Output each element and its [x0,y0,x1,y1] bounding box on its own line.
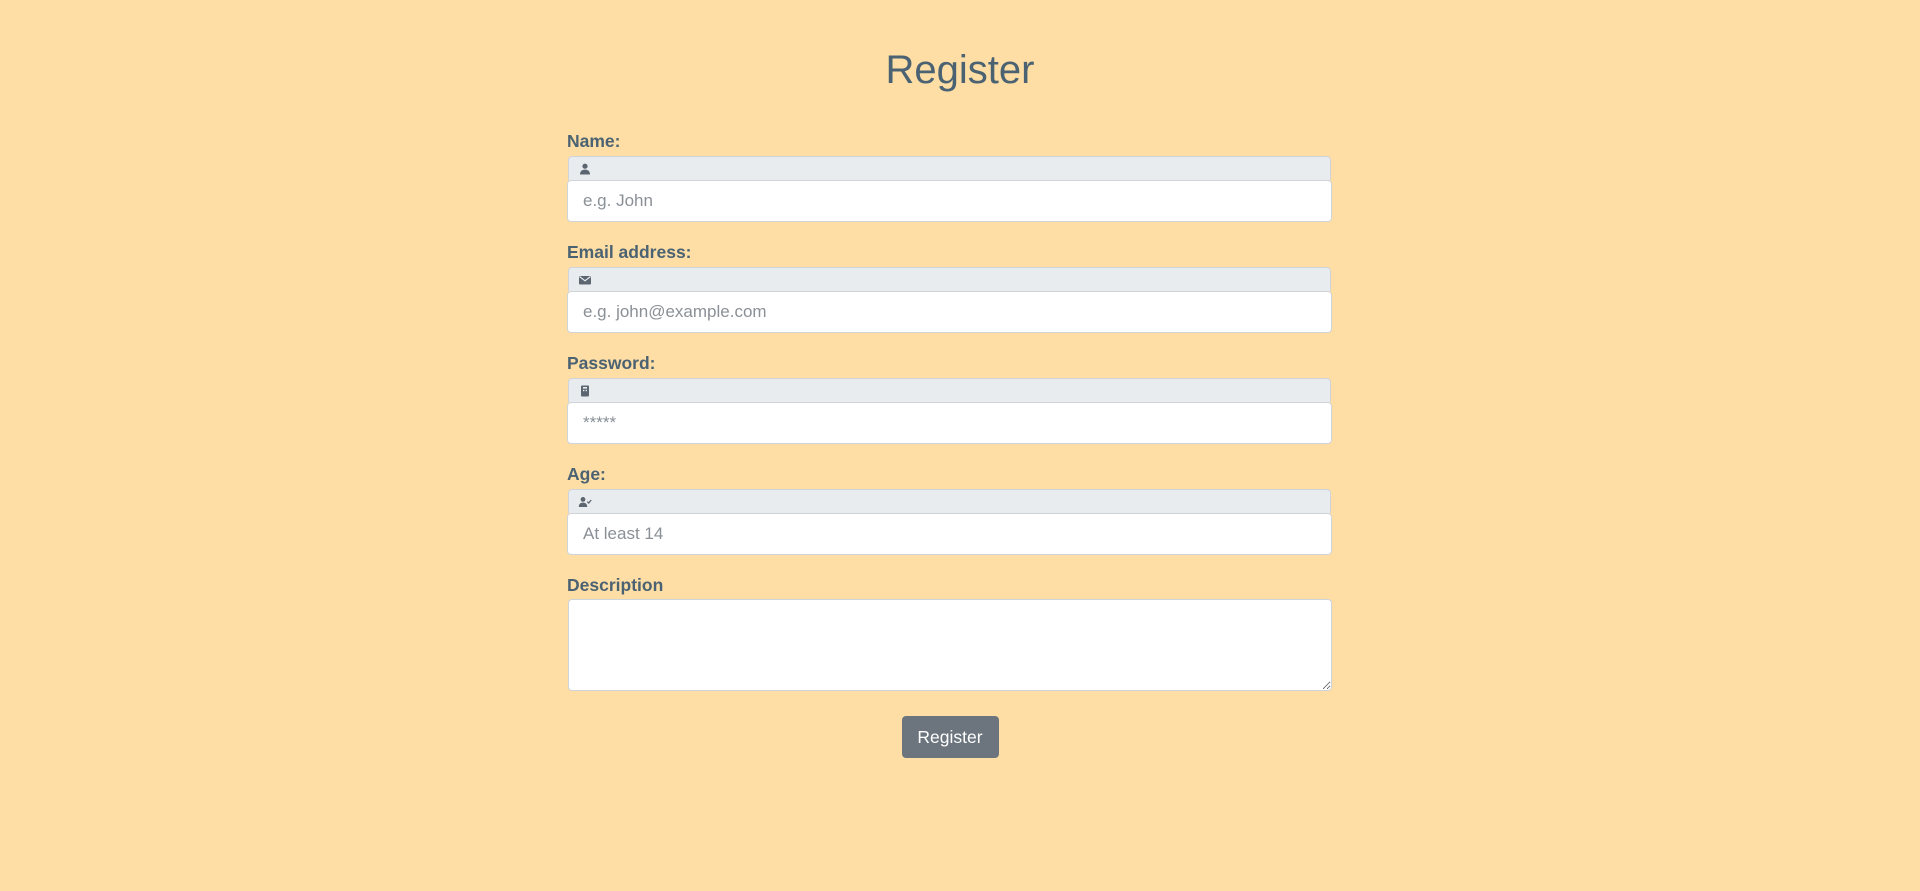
age-label: Age: [567,464,606,484]
name-icon-addon [568,156,1331,180]
name-label: Name: [567,131,621,151]
page-title: Register [885,48,1035,92]
password-icon-addon [568,378,1331,402]
description-textarea[interactable] [568,599,1332,691]
password-input[interactable] [567,402,1332,444]
age-input[interactable] [567,513,1332,555]
age-icon-addon [568,489,1331,513]
register-button[interactable]: Register [901,716,999,758]
user-check-icon [578,495,592,509]
name-input[interactable] [567,180,1332,222]
email-icon-addon [568,267,1331,291]
register-form: Name: Email address: Password: Age: [567,128,1332,758]
email-field-group: Email address: [567,239,1332,333]
user-icon [578,162,592,176]
envelope-icon [578,273,592,287]
name-field-group: Name: [567,128,1332,222]
description-label: Description [567,575,664,595]
submit-row: Register [567,716,1332,758]
email-input[interactable] [567,291,1332,333]
age-field-group: Age: [567,461,1332,555]
password-label: Password: [567,353,656,373]
email-label: Email address: [567,242,692,262]
password-field-group: Password: [567,350,1332,444]
description-field-group: Description [567,572,1332,691]
key-icon [578,384,592,398]
